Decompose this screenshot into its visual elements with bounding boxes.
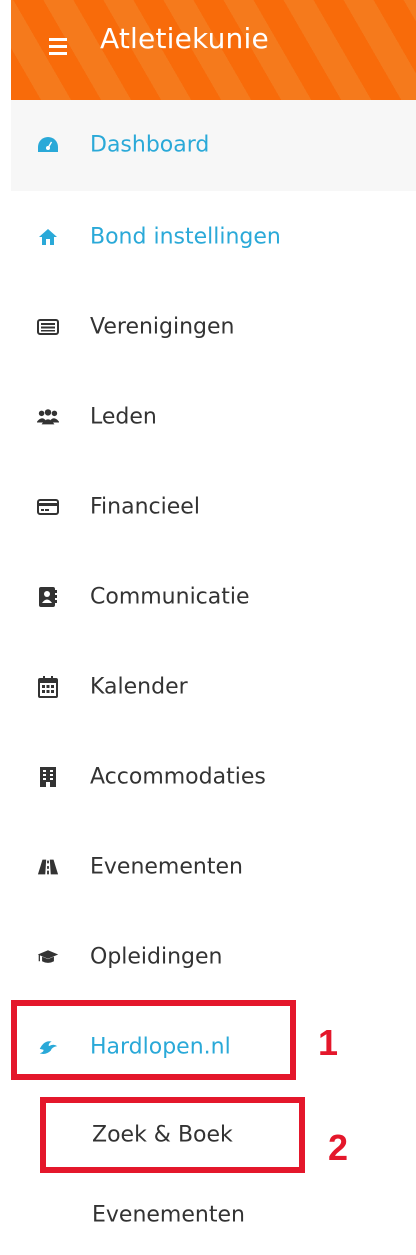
sidebar-item-label: Verenigingen [90,314,235,340]
contact-book-icon [37,586,59,608]
sidebar-item-label: Kalender [90,674,188,700]
sidebar-item-financieel[interactable]: Financieel [11,462,416,552]
list-icon [37,316,59,338]
calendar-icon [37,676,59,698]
hardlopen-icon [37,1036,59,1058]
building-icon [37,766,59,788]
road-icon [37,856,59,878]
sidebar-item-opleidingen[interactable]: Opleidingen [11,912,416,1002]
sidebar-item-label: Dashboard [90,132,210,158]
home-icon [37,226,59,248]
subnav-item-zoek-boek[interactable]: Zoek & Boek [11,1095,416,1175]
sidebar-item-kalender[interactable]: Kalender [11,642,416,732]
sidebar-item-evenementen[interactable]: Evenementen [11,822,416,912]
sidebar-item-label: Financieel [90,494,200,520]
hamburger-icon[interactable] [49,38,67,55]
sidebar-item-label: Evenementen [90,854,243,880]
sidebar-item-dashboard[interactable]: Dashboard [11,100,416,190]
dashboard-icon [37,134,59,156]
sidebar-item-hardlopen[interactable]: Hardlopen.nl [11,1002,416,1092]
sidebar-item-verenigingen[interactable]: Verenigingen [11,282,416,372]
sidebar-item-label: Accommodaties [90,764,266,790]
annotation-number-2: 2 [328,1127,349,1168]
subnav-item-evenementen[interactable]: Evenementen [11,1175,416,1255]
sidebar-item-label: Bond instellingen [90,224,281,250]
sidebar-item-label: Communicatie [90,584,250,610]
sidebar-item-bond-instellingen[interactable]: Bond instellingen [11,192,416,282]
app-title: Atletiekunie [100,22,269,55]
sidebar-item-leden[interactable]: Leden [11,372,416,462]
credit-card-icon [37,496,59,518]
subnav-item-label: Zoek & Boek [92,1122,233,1148]
subnav-item-label: Evenementen [92,1202,245,1228]
sidebar-item-communicatie[interactable]: Communicatie [11,552,416,642]
users-icon [37,406,59,428]
app-header: Atletiekunie [11,0,416,100]
sidebar-item-label: Leden [90,404,157,430]
annotation-number-1: 1 [318,1022,339,1063]
sidebar-item-label: Hardlopen.nl [90,1034,231,1060]
graduation-cap-icon [37,946,59,968]
sidebar-item-accommodaties[interactable]: Accommodaties [11,732,416,822]
sidebar-item-label: Opleidingen [90,944,223,970]
